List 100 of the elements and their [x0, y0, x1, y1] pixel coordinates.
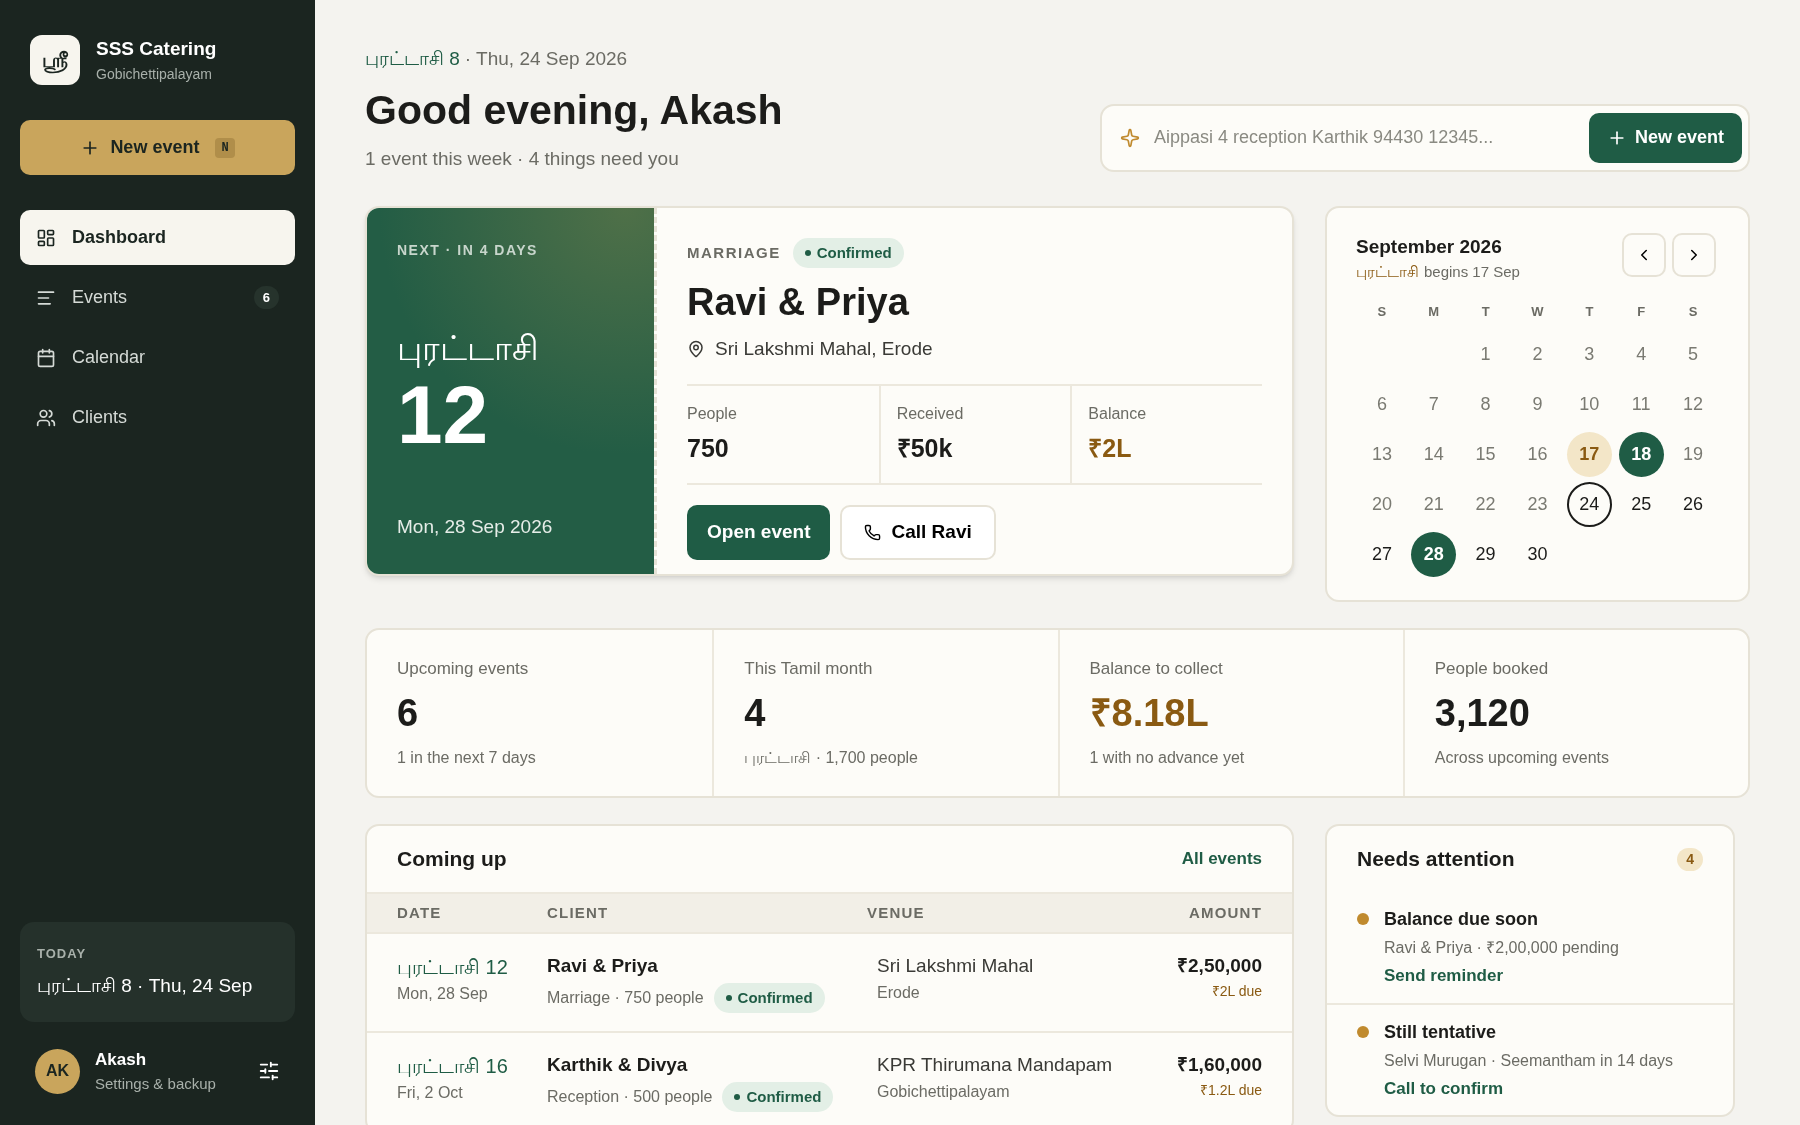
nav-item[interactable]: Dashboard: [20, 210, 295, 265]
status-badge: Confirmed: [792, 237, 904, 268]
today-date: புரட்டாசி 8 · Thu, 24 Sep: [37, 973, 254, 998]
calendar-day[interactable]: 12: [1670, 381, 1716, 427]
nav-item[interactable]: Clients: [20, 390, 295, 445]
attention-detail: Selvi Murugan · Seemantham in 14 days: [1384, 1050, 1674, 1071]
action-link[interactable]: Send reminder: [1384, 963, 1619, 989]
event-day: 12: [397, 373, 624, 456]
location-pin-icon: [687, 340, 705, 359]
calendar-day[interactable]: 16: [1515, 431, 1560, 477]
stat-value: 4: [744, 691, 767, 736]
calendar-day[interactable]: 15: [1463, 431, 1509, 477]
new-event-button[interactable]: New event N: [20, 120, 295, 175]
tamil-month-label: புரட்டாசி: [1356, 262, 1419, 282]
calendar-day[interactable]: 17: [1566, 431, 1612, 477]
stat-note: 1 in the next 7 days: [397, 748, 537, 768]
calendar-day[interactable]: 11: [1618, 381, 1664, 427]
quick-add-field[interactable]: Aippasi 4 reception Karthik 94430 12345...: [1154, 124, 1575, 151]
column-header: VENUE: [867, 902, 926, 923]
event-details: Marriage · 750 people: [547, 987, 704, 1008]
next-month-button[interactable]: [1672, 232, 1716, 277]
calendar-day[interactable]: 2: [1515, 331, 1560, 377]
greeting-heading: Good evening, Akash: [365, 85, 783, 135]
action-link[interactable]: Call to confirm: [1384, 1075, 1674, 1101]
user-subtitle: Settings & backup: [95, 1073, 217, 1094]
column-header: CLIENT: [547, 902, 610, 923]
stat-note: 1 with no advance yet: [1089, 748, 1246, 768]
phone-icon: [864, 524, 882, 541]
calendar-day[interactable]: 7: [1411, 381, 1457, 427]
client-name: Ravi & Priya: [687, 280, 910, 325]
calendar-day[interactable]: 25: [1618, 481, 1664, 527]
sparkle-icon: [1120, 127, 1140, 148]
calendar-day[interactable]: 27: [1359, 531, 1405, 577]
calendar-day[interactable]: 1: [1463, 331, 1509, 377]
brand-logo: ஸ்ரீ: [30, 35, 80, 85]
brand-location: Gobichettipalayam: [96, 64, 213, 84]
calendar-day[interactable]: 29: [1463, 531, 1509, 577]
quick-add-bar[interactable]: Aippasi 4 reception Karthik 94430 12345... New event: [1100, 103, 1750, 172]
calendar-day[interactable]: 26: [1670, 481, 1716, 527]
calendar-day[interactable]: 28: [1411, 531, 1457, 577]
stat-value: 3,120: [1434, 691, 1531, 736]
all-events-link[interactable]: All events: [1181, 846, 1262, 872]
open-event-button[interactable]: Open event: [687, 505, 831, 560]
calendar-day[interactable]: 5: [1670, 331, 1716, 377]
row-date: Fri, 2 Oct: [397, 1083, 464, 1103]
weekday-label: T: [1585, 302, 1594, 321]
count-badge: 6: [253, 285, 279, 310]
calendar-day[interactable]: 23: [1515, 481, 1560, 527]
calendar-day[interactable]: 9: [1515, 381, 1560, 427]
attention-title: Still tentative: [1384, 1020, 1498, 1044]
weekday-label: S: [1688, 302, 1698, 321]
calendar-day[interactable]: 24: [1566, 481, 1612, 527]
calendar-day[interactable]: 10: [1566, 381, 1612, 427]
calendar-day[interactable]: 14: [1411, 431, 1457, 477]
calendar-day[interactable]: 3: [1566, 331, 1612, 377]
status-badge: Confirmed: [722, 1081, 834, 1112]
today-label: TODAY: [37, 945, 88, 963]
calendar-day[interactable]: 18: [1618, 431, 1664, 477]
nav-item[interactable]: Calendar: [20, 330, 295, 385]
stat-value: 750: [687, 432, 730, 464]
event-date: Mon, 28 Sep 2026: [397, 515, 554, 539]
amount-text: ₹1,60,000: [1177, 1053, 1262, 1077]
weekday-label: T: [1481, 302, 1490, 321]
stat-label: People booked: [1434, 657, 1550, 680]
settings-icon[interactable]: [258, 1060, 280, 1082]
stat-note: புரட்டாசி · 1,700 people: [744, 748, 919, 768]
calendar-day[interactable]: 19: [1670, 431, 1716, 477]
call-button[interactable]: Call Ravi: [840, 505, 996, 560]
stat-note: Across upcoming events: [1434, 748, 1611, 768]
nav-item[interactable]: Events 6: [20, 270, 295, 325]
calendar-day[interactable]: 13: [1359, 431, 1405, 477]
calendar-day[interactable]: 4: [1618, 331, 1664, 377]
calendar-day[interactable]: 22: [1463, 481, 1509, 527]
section-title: Coming up: [397, 846, 507, 873]
venue-city: Erode: [877, 982, 921, 1003]
stat-label: Balance to collect: [1089, 657, 1224, 680]
calendar-day[interactable]: 20: [1359, 481, 1405, 527]
tamil-date: புரட்டாசி 16: [397, 1054, 509, 1079]
calendar-day[interactable]: 30: [1515, 531, 1560, 577]
weekday-label: M: [1428, 302, 1440, 321]
stat-label: This Tamil month: [744, 657, 874, 680]
next-label: NEXT · IN 4 DAYS: [397, 240, 539, 260]
summary-text: 1 event this week · 4 things need you: [365, 147, 680, 171]
brand-name: SSS Catering: [96, 37, 217, 62]
stat-value: ₹2L: [1088, 432, 1133, 464]
status-badge: Confirmed: [713, 982, 825, 1013]
row-date: Mon, 28 Sep: [397, 984, 489, 1004]
previous-month-button[interactable]: [1622, 232, 1666, 277]
client-name: Karthik & Divya: [547, 1053, 689, 1077]
calendar-day[interactable]: 6: [1359, 381, 1405, 427]
amount-text: ₹2,50,000: [1177, 954, 1262, 978]
calendar-day[interactable]: 8: [1463, 381, 1509, 427]
calendar-day[interactable]: 21: [1411, 481, 1457, 527]
dashboard-icon: [36, 227, 56, 248]
column-header: DATE: [397, 902, 443, 923]
new-event-button[interactable]: New event: [1588, 112, 1742, 163]
avatar: AK: [35, 1048, 80, 1094]
column-header: AMOUNT: [1188, 902, 1262, 923]
venue-name: KPR Thirumana Mandapam: [877, 1053, 1114, 1077]
stat-label: Balance: [1088, 403, 1148, 424]
